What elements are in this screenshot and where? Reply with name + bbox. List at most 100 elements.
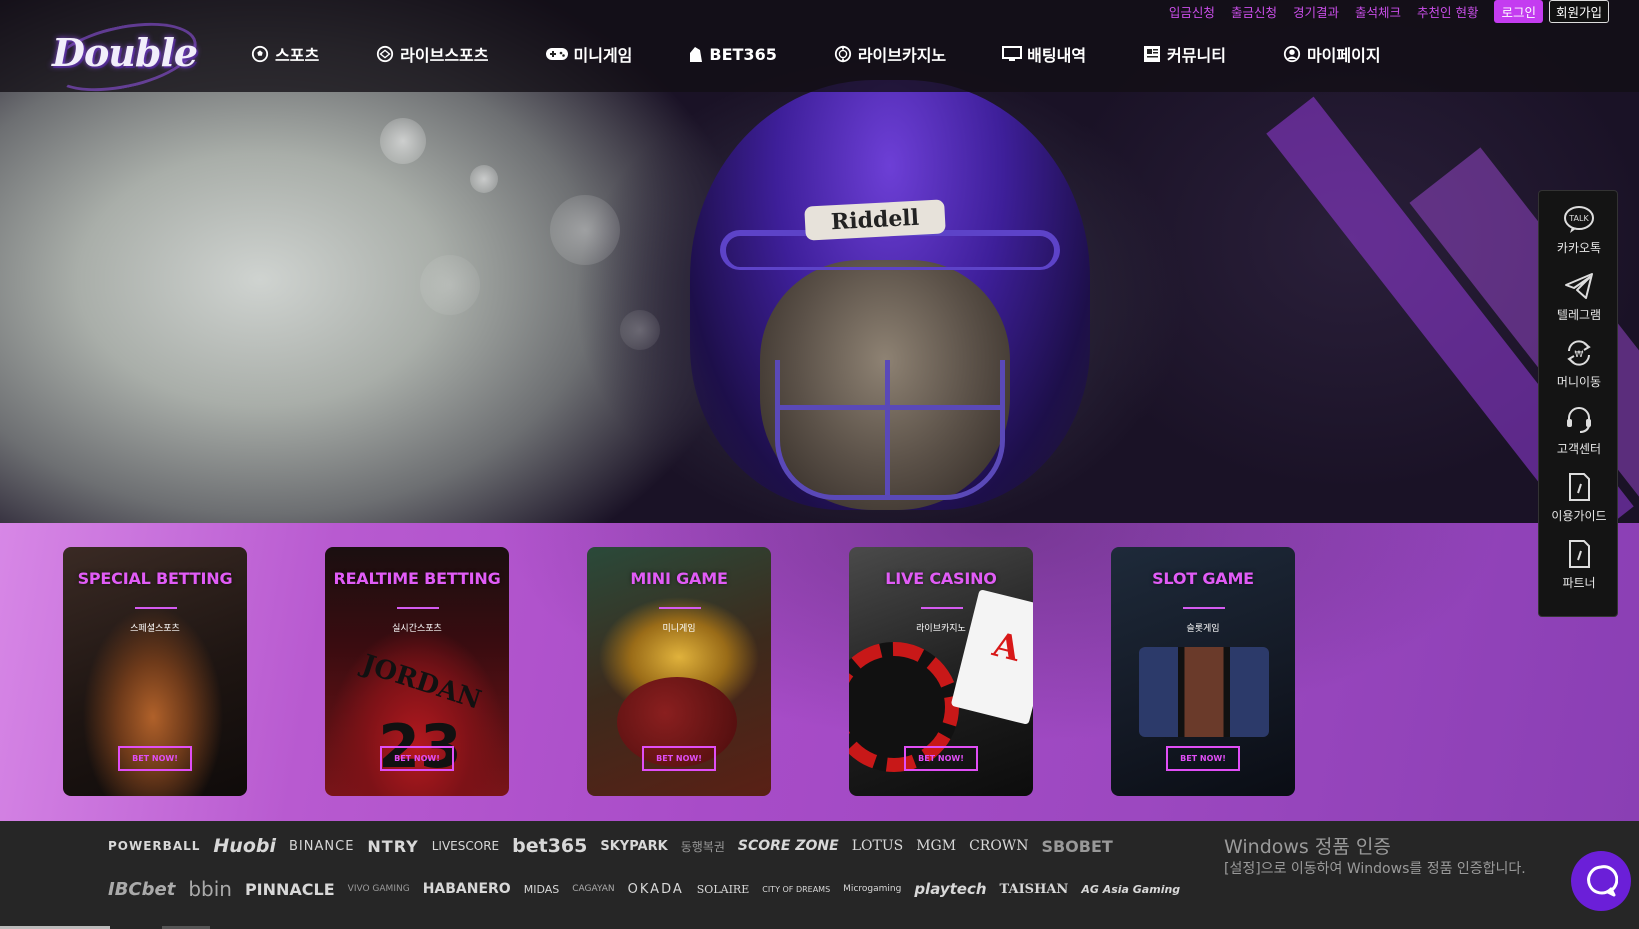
side-item-kakaotalk[interactable]: TALK 카카오톡 <box>1539 203 1619 269</box>
card-special-betting[interactable]: SPECIAL BETTING 스페셜스포츠 BET NOW! <box>63 547 247 796</box>
bet-now-button[interactable]: BET NOW! <box>380 746 454 771</box>
card-realtime-betting[interactable]: JORDAN 23 REALTIME BETTING 실시간스포츠 BET NO… <box>325 547 509 796</box>
partner-logo-bbin: bbin <box>188 877 232 901</box>
card-subtitle: 미니게임 <box>662 624 696 634</box>
side-item-money-transfer[interactable]: ₩ 머니이동 <box>1539 337 1619 403</box>
quick-menu-panel: TALK 카카오톡 텔레그램 ₩ 머니이동 고객센터 이용가이드 파트너 <box>1538 190 1618 617</box>
nav-item-live-sports[interactable]: 라이브스포츠 <box>375 42 489 66</box>
partner-logo-scorezone: SCORE ZONE <box>737 838 839 854</box>
side-item-label: 머니이동 <box>1556 375 1602 389</box>
user-circle-icon <box>1282 45 1302 63</box>
card-subtitle: 슬롯게임 <box>1186 624 1220 634</box>
card-subtitle: 실시간스포츠 <box>392 624 442 634</box>
side-item-label: 이용가이드 <box>1551 509 1607 523</box>
side-item-telegram[interactable]: 텔레그램 <box>1539 270 1619 336</box>
headset-icon <box>1562 404 1596 436</box>
card-divider <box>659 607 701 609</box>
bet-now-button[interactable]: BET NOW! <box>904 746 978 771</box>
card-title: SLOT GAME <box>1152 569 1254 588</box>
facemask-graphic <box>775 360 1005 500</box>
nav-item-mypage[interactable]: 마이페이지 <box>1282 42 1381 66</box>
partner-logo-vivo-gaming: VIVO GAMING <box>347 884 410 894</box>
nav-item-sports[interactable]: 스포츠 <box>250 42 319 66</box>
partner-logo-habanero: HABANERO <box>422 881 511 897</box>
nav-label: BET365 <box>709 44 777 64</box>
nav-item-bet-history[interactable]: 배팅내역 <box>1002 42 1086 66</box>
bet-now-button[interactable]: BET NOW! <box>642 746 716 771</box>
soccer-ball-icon <box>250 45 270 63</box>
bet-now-button[interactable]: BET NOW! <box>118 746 192 771</box>
bokeh-light <box>470 165 498 193</box>
nav-item-community[interactable]: 커뮤니티 <box>1142 42 1226 66</box>
top-link-results[interactable]: 경기결과 <box>1293 2 1339 21</box>
site-logo[interactable]: Double <box>52 30 198 75</box>
partner-logo-lotus: LOTUS <box>851 838 904 854</box>
ace-card-graphic: A <box>950 589 1033 725</box>
newspaper-icon <box>1142 45 1162 63</box>
partner-logo-midas: MIDAS <box>523 882 560 896</box>
partner-logo-solaire: SOLAIRE <box>696 882 750 896</box>
card-divider <box>1183 607 1225 609</box>
partner-logo-binance: BINANCE <box>289 838 355 854</box>
partner-logo-taishan: TAISHAN <box>999 881 1069 897</box>
login-button[interactable]: 로그인 <box>1494 0 1543 23</box>
card-divider <box>397 607 439 609</box>
top-link-attendance[interactable]: 출석체크 <box>1355 2 1401 21</box>
signup-button[interactable]: 회원가입 <box>1548 0 1609 23</box>
partner-logo-playtech: playtech <box>914 880 987 898</box>
partner-logo-powerball: POWERBALL <box>108 839 201 853</box>
live-chat-button[interactable] <box>1571 851 1631 911</box>
partner-logo-sbobet: SBOBET <box>1041 836 1113 856</box>
windows-activation-subtitle: [설정]으로 이동하여 Windows를 정품 인증합니다. <box>1224 861 1526 877</box>
casino-chip-icon <box>833 45 853 63</box>
partner-logo-ibcbet: IBCbet <box>108 878 176 900</box>
partner-logo-row: IBCbet bbin PINNACLE VIVO GAMING HABANER… <box>108 877 1193 901</box>
nav-label: 라이브카지노 <box>857 46 947 65</box>
bokeh-light <box>620 310 660 350</box>
live-sports-icon <box>375 45 395 63</box>
bokeh-light <box>380 118 426 164</box>
card-live-casino[interactable]: A LIVE CASINO 라이브카지노 BET NOW! <box>849 547 1033 796</box>
nav-label: 미니게임 <box>573 46 633 65</box>
nav-label: 마이페이지 <box>1306 46 1381 65</box>
top-link-deposit[interactable]: 입금신청 <box>1169 2 1215 21</box>
telegram-icon <box>1562 270 1596 302</box>
partner-logo-pinnacle: PINNACLE <box>244 879 335 899</box>
card-divider <box>135 607 177 609</box>
nav-item-live-casino[interactable]: 라이브카지노 <box>833 42 946 66</box>
partner-logo-livescore: LIVESCORE <box>431 839 500 853</box>
top-link-withdraw[interactable]: 출금신청 <box>1231 2 1277 21</box>
bet365-icon <box>688 45 704 63</box>
money-transfer-icon: ₩ <box>1562 337 1596 369</box>
kakaotalk-icon: TALK <box>1562 203 1596 235</box>
nav-label: 배팅내역 <box>1027 46 1087 65</box>
partner-logo-donghaeng: 동행복권 <box>680 839 725 854</box>
card-mini-game[interactable]: MINI GAME 미니게임 BET NOW! <box>587 547 771 796</box>
partner-logo-crown: CROWN <box>969 838 1029 854</box>
partner-logo-bet365: bet365 <box>512 835 588 857</box>
card-slot-game[interactable]: SLOT GAME 슬롯게임 BET NOW! <box>1111 547 1295 796</box>
side-item-customer-center[interactable]: 고객센터 <box>1539 404 1619 470</box>
nav-item-bet365[interactable]: BET365 <box>688 44 777 64</box>
card-subtitle: 라이브카지노 <box>916 624 966 634</box>
main-nav: 스포츠 라이브스포츠 미니게임 BET365 라이브카지노 배팅내역 커뮤니티 … <box>250 40 1381 68</box>
gamepad-icon <box>545 45 569 63</box>
bokeh-light <box>420 255 480 315</box>
side-item-partner[interactable]: 파트너 <box>1539 538 1619 604</box>
windows-activation-title: Windows 정품 인증 <box>1224 836 1391 858</box>
bet-now-button[interactable]: BET NOW! <box>1166 746 1240 771</box>
card-title: SPECIAL BETTING <box>77 569 233 588</box>
partner-document-icon <box>1562 538 1596 570</box>
chat-bubble-icon <box>1584 864 1619 898</box>
partner-logo-city-of-dreams: CITY OF DREAMS <box>762 884 831 894</box>
nav-item-minigame[interactable]: 미니게임 <box>545 42 633 66</box>
top-links-bar: 입금신청 출금신청 경기결과 출석체크 추천인 현황 로그인 회원가입 <box>1153 0 1609 23</box>
partner-logo-cagayan: CAGAYAN <box>572 884 615 894</box>
side-item-guide[interactable]: 이용가이드 <box>1539 471 1619 537</box>
side-item-label: 카카오톡 <box>1556 241 1602 255</box>
partner-logo-mgm: MGM <box>916 838 957 854</box>
header-bar: Double 입금신청 출금신청 경기결과 출석체크 추천인 현황 로그인 회원… <box>0 0 1639 103</box>
monitor-icon <box>1002 45 1023 63</box>
top-link-referral[interactable]: 추천인 현황 <box>1417 2 1478 21</box>
nav-label: 커뮤니티 <box>1167 46 1226 65</box>
